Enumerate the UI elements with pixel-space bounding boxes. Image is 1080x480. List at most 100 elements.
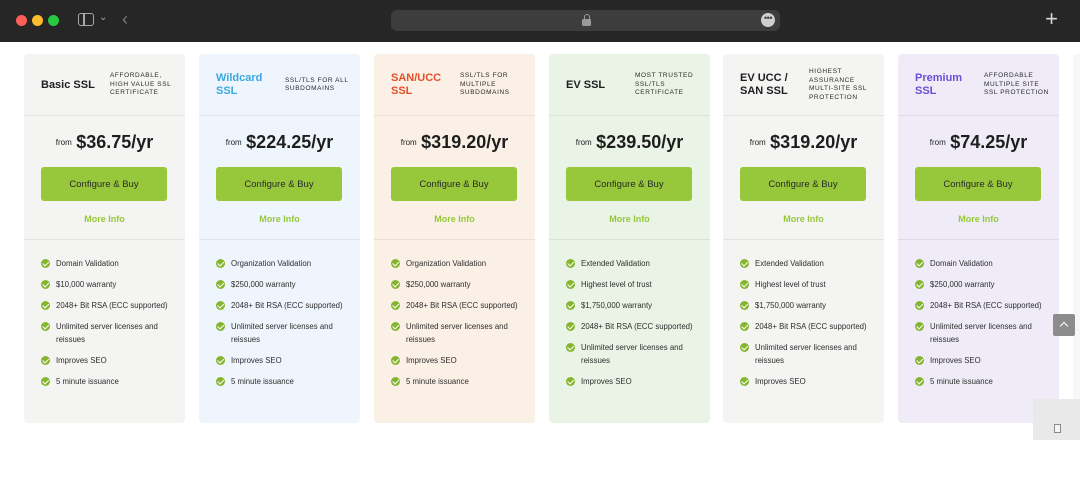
zoom-window-button[interactable] bbox=[48, 15, 59, 26]
configure-buy-button[interactable]: Configure & Buy bbox=[915, 167, 1041, 201]
price-amount: $74.25/yr bbox=[950, 132, 1028, 152]
check-icon bbox=[391, 356, 400, 365]
plan-price: from $319.20/yr bbox=[374, 132, 535, 153]
feature-item: $250,000 warranty bbox=[216, 278, 351, 291]
minimize-window-button[interactable] bbox=[32, 15, 43, 26]
check-icon bbox=[216, 322, 225, 331]
feature-item: 2048+ Bit RSA (ECC supported) bbox=[566, 320, 701, 333]
feature-item: 2048+ Bit RSA (ECC supported) bbox=[740, 320, 875, 333]
feature-item: Unlimited server licenses and reissues bbox=[566, 341, 701, 367]
more-info-link[interactable]: More Info bbox=[199, 214, 360, 224]
feature-text: 2048+ Bit RSA (ECC supported) bbox=[930, 301, 1042, 310]
feature-item: Organization Validation bbox=[391, 257, 526, 270]
check-icon bbox=[915, 301, 924, 310]
feature-text: Unlimited server licenses and reissues bbox=[581, 343, 683, 365]
more-info-link[interactable]: More Info bbox=[24, 214, 185, 224]
feature-item: Highest level of trust bbox=[566, 278, 701, 291]
check-icon bbox=[41, 301, 50, 310]
check-icon bbox=[740, 301, 749, 310]
feature-item: Unlimited server licenses and reissues bbox=[216, 320, 351, 346]
plan-price: from $319.20/yr bbox=[723, 132, 884, 153]
price-amount: $224.25/yr bbox=[246, 132, 334, 152]
feature-list: Extended Validation Highest level of trus… bbox=[566, 257, 701, 396]
check-icon bbox=[740, 322, 749, 331]
plan-header: SAN/UCC SSL SSL/TLS FOR MULTIPLE SUBDOMA… bbox=[374, 54, 535, 116]
feature-text: Improves SEO bbox=[231, 356, 282, 365]
feature-item: Extended Validation bbox=[740, 257, 875, 270]
more-options-icon[interactable]: ••• bbox=[761, 13, 775, 27]
plan-name: EV SSL bbox=[566, 78, 606, 91]
price-amount: $319.20/yr bbox=[421, 132, 509, 152]
feature-text: Organization Validation bbox=[231, 259, 312, 268]
check-icon bbox=[41, 280, 50, 289]
plan-tagline: HIGHEST ASSURANCE MULTI-SITE SSL PROTECT… bbox=[809, 68, 867, 101]
feature-item: Domain Validation bbox=[41, 257, 176, 270]
more-info-link[interactable]: More Info bbox=[374, 214, 535, 224]
plan-price: from $224.25/yr bbox=[199, 132, 360, 153]
feature-list: Domain Validation $10,000 warranty 2048+ B… bbox=[41, 257, 176, 396]
check-icon bbox=[740, 259, 749, 268]
price-prefix: from bbox=[55, 138, 72, 147]
feature-text: Highest level of trust bbox=[755, 280, 826, 289]
price-prefix: from bbox=[749, 138, 766, 147]
feature-text: 2048+ Bit RSA (ECC supported) bbox=[406, 301, 518, 310]
feature-text: Extended Validation bbox=[581, 259, 650, 268]
more-info-link[interactable]: More Info bbox=[549, 214, 710, 224]
check-icon bbox=[41, 322, 50, 331]
chevron-down-icon[interactable]: ⌄ bbox=[99, 12, 107, 23]
feature-text: Domain Validation bbox=[930, 259, 993, 268]
plan-tagline: AFFORDABLE MULTIPLE SITE SSL PROTECTION bbox=[984, 72, 1049, 97]
plan-header: Basic SSL AFFORDABLE, HIGH VALUE SSL CER… bbox=[24, 54, 185, 116]
feature-item: $1,750,000 warranty bbox=[566, 299, 701, 312]
plan-price: from $239.50/yr bbox=[549, 132, 710, 153]
back-arrow-icon[interactable]: ‹ bbox=[122, 9, 128, 30]
check-icon bbox=[915, 356, 924, 365]
feature-text: $1,750,000 warranty bbox=[755, 301, 827, 310]
feature-text: Improves SEO bbox=[406, 356, 457, 365]
more-info-link[interactable]: More Info bbox=[723, 214, 884, 224]
feature-text: Unlimited server licenses and reissues bbox=[930, 322, 1032, 344]
price-amount: $239.50/yr bbox=[596, 132, 684, 152]
check-icon bbox=[391, 301, 400, 310]
configure-buy-button[interactable]: Configure & Buy bbox=[41, 167, 167, 201]
feature-text: 2048+ Bit RSA (ECC supported) bbox=[755, 322, 867, 331]
close-window-button[interactable] bbox=[16, 15, 27, 26]
plan-tagline: SSL/TLS FOR MULTIPLE SUBDOMAINS bbox=[460, 72, 510, 97]
check-icon bbox=[566, 343, 575, 352]
feature-text: $250,000 warranty bbox=[406, 280, 471, 289]
sidebar-icon[interactable] bbox=[78, 13, 94, 26]
check-icon bbox=[740, 343, 749, 352]
document-icon bbox=[1054, 424, 1061, 433]
feature-item: Unlimited server licenses and reissues bbox=[391, 320, 526, 346]
check-icon bbox=[41, 377, 50, 386]
price-amount: $36.75/yr bbox=[76, 132, 154, 152]
feature-item: Improves SEO bbox=[391, 354, 526, 367]
plan-header: Premium SSL AFFORDABLE MULTIPLE SITE SSL… bbox=[898, 54, 1059, 116]
feature-item: $250,000 warranty bbox=[915, 278, 1050, 291]
plan-price: from $36.75/yr bbox=[24, 132, 185, 153]
feature-text: Domain Validation bbox=[56, 259, 119, 268]
configure-buy-button[interactable]: Configure & Buy bbox=[391, 167, 517, 201]
plan-name: EV UCC / SAN SSL bbox=[740, 72, 788, 97]
address-bar[interactable]: ••• bbox=[391, 10, 780, 31]
configure-buy-button[interactable]: Configure & Buy bbox=[566, 167, 692, 201]
check-icon bbox=[216, 377, 225, 386]
more-info-link[interactable]: More Info bbox=[898, 214, 1059, 224]
plan-card: Wildcard SSL SSL/TLS FOR ALL SUBDOMAINS … bbox=[199, 54, 360, 423]
scroll-to-top-button[interactable] bbox=[1053, 314, 1075, 336]
partial-plan-card bbox=[1073, 54, 1080, 423]
divider bbox=[723, 239, 884, 240]
feature-item: 2048+ Bit RSA (ECC supported) bbox=[391, 299, 526, 312]
new-tab-button[interactable]: + bbox=[1045, 7, 1058, 31]
plan-card: Basic SSL AFFORDABLE, HIGH VALUE SSL CER… bbox=[24, 54, 185, 423]
browser-toolbar: ⌄ ‹ ••• + bbox=[0, 0, 1080, 42]
feature-item: 2048+ Bit RSA (ECC supported) bbox=[915, 299, 1050, 312]
price-prefix: from bbox=[225, 138, 242, 147]
check-icon bbox=[915, 280, 924, 289]
document-widget[interactable] bbox=[1033, 399, 1080, 440]
feature-item: $250,000 warranty bbox=[391, 278, 526, 291]
configure-buy-button[interactable]: Configure & Buy bbox=[216, 167, 342, 201]
feature-item: Improves SEO bbox=[915, 354, 1050, 367]
configure-buy-button[interactable]: Configure & Buy bbox=[740, 167, 866, 201]
plan-price: from $74.25/yr bbox=[898, 132, 1059, 153]
